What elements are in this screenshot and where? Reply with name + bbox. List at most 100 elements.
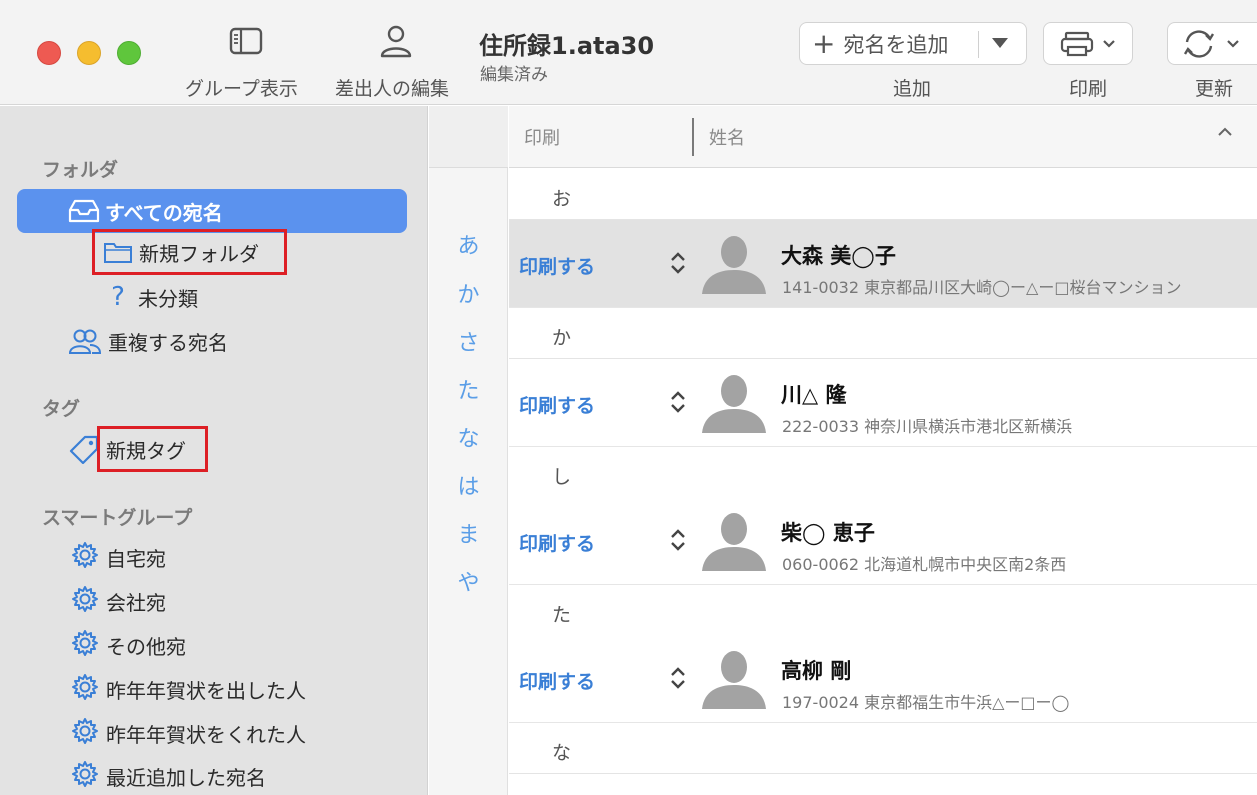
group-header: か (509, 309, 1257, 359)
contact-address: 060-0062 北海道札幌市中央区南2条西 (782, 555, 1067, 574)
group-header: た (509, 586, 1257, 636)
sidebar-item-label: その他宛 (106, 634, 186, 659)
gear-icon (70, 584, 100, 619)
print-status[interactable]: 印刷する (519, 391, 595, 418)
sidebar-item-smart-group[interactable]: 昨年年賀状をくれた人 (70, 713, 306, 753)
updown-stepper-icon[interactable] (669, 665, 687, 691)
index-item-ka[interactable]: か (429, 277, 508, 309)
index-item-ma[interactable]: ま (429, 517, 508, 549)
sidebar-item-uncategorized[interactable]: ? 未分類 (104, 277, 198, 317)
sidebar-item-smart-group[interactable]: 昨年年賀状を出した人 (70, 669, 306, 709)
print-status[interactable]: 印刷する (519, 252, 595, 279)
sender-edit-button[interactable] (378, 24, 414, 58)
group-view-button[interactable] (228, 27, 264, 55)
document-status: 編集済み (480, 65, 548, 85)
contact-name: 大森 美◯子 (781, 244, 896, 268)
column-header-print[interactable]: 印刷 (524, 124, 560, 150)
contact-name: 川△ 隆 (781, 383, 847, 407)
contact-address: 141-0032 東京都品川区大崎◯ー△ー□桜台マンション (782, 278, 1182, 297)
index-item-sa[interactable]: さ (429, 325, 508, 357)
sidebar-item-all-addresses[interactable]: すべての宛名 (17, 189, 407, 233)
column-divider[interactable] (692, 118, 694, 156)
table-row[interactable]: 印刷する 高柳 剛 197-0024 東京都福生市牛浜△ー□ー◯ (509, 635, 1257, 723)
index-header (429, 106, 508, 168)
print-button[interactable] (1043, 22, 1133, 65)
print-status[interactable]: 印刷する (519, 667, 595, 694)
toolbar: グループ表示 差出人の編集 住所録1.ata30 編集済み + 宛名を追加 追加… (0, 0, 1257, 105)
add-address-label: 宛名を追加 (843, 32, 949, 57)
group-header-label: お (552, 188, 572, 210)
group-header-label: な (552, 742, 572, 764)
folder-icon (104, 243, 132, 263)
person-silhouette-icon (702, 375, 766, 433)
gear-icon (70, 759, 100, 794)
person-silhouette-icon (702, 651, 766, 709)
sidebar-item-label: 昨年年賀状を出した人 (106, 678, 306, 703)
window-zoom-button[interactable] (117, 41, 141, 65)
index-item-ya[interactable]: や (429, 565, 508, 597)
index-item-a[interactable]: あ (429, 228, 508, 260)
sidebar-item-smart-group[interactable]: 会社宛 (70, 581, 166, 621)
table-row[interactable]: 印刷する 大森 美◯子 141-0032 東京都品川区大崎◯ー△ー□桜台マンショ… (509, 220, 1257, 308)
sidebar-item-label: 新規フォルダ (139, 241, 259, 266)
sidebar-item-label: 会社宛 (106, 590, 166, 615)
sidebar-item-new-tag[interactable]: 新規タグ (97, 426, 208, 472)
dropdown-arrow-icon[interactable] (992, 38, 1008, 48)
sidebar: フォルダ すべての宛名 新規フォルダ ? 未分類 重複する宛名 タグ 新規タグ … (0, 106, 428, 795)
updown-stepper-icon[interactable] (669, 527, 687, 553)
person-silhouette-icon (702, 513, 766, 571)
tag-section-title: タグ (42, 398, 81, 420)
updown-stepper-icon[interactable] (669, 250, 687, 276)
window-minimize-button[interactable] (77, 41, 101, 65)
gear-icon (70, 628, 100, 663)
chevron-down-icon (1227, 39, 1239, 48)
gear-icon (70, 672, 100, 707)
sidebar-item-new-folder[interactable]: 新規フォルダ (92, 229, 287, 275)
update-label: 更新 (1195, 78, 1234, 100)
index-item-ha[interactable]: は (429, 469, 508, 501)
updown-stepper-icon[interactable] (669, 389, 687, 415)
group-header: お (509, 170, 1257, 220)
sidebar-item-smart-group[interactable]: 最近追加した宛名 (70, 756, 266, 795)
index-item-na[interactable]: な (429, 421, 508, 453)
inbox-tray-icon (68, 199, 100, 223)
gear-icon (70, 716, 100, 751)
sidebar-item-label: 自宅宛 (106, 546, 166, 571)
folder-section-title: フォルダ (42, 159, 119, 181)
sidebar-item-smart-group[interactable]: その他宛 (70, 625, 186, 665)
sidebar-item-label: 最近追加した宛名 (106, 765, 266, 790)
sync-icon (1183, 29, 1215, 58)
add-address-button[interactable]: + 宛名を追加 (799, 22, 1027, 65)
contact-name: 高柳 剛 (781, 659, 852, 683)
chevron-down-icon (1103, 39, 1115, 48)
gear-icon (70, 540, 100, 575)
smart-group-section-title: スマートグループ (42, 507, 193, 529)
sidebar-icon (229, 27, 263, 55)
person-silhouette-icon (702, 236, 766, 294)
index-item-ta[interactable]: た (429, 373, 508, 405)
chevron-up-icon[interactable] (1216, 126, 1234, 138)
window-close-button[interactable] (37, 41, 61, 65)
sender-edit-label: 差出人の編集 (335, 78, 450, 100)
sidebar-item-label: 新規タグ (106, 438, 186, 463)
sidebar-item-label: 未分類 (138, 286, 198, 311)
table-row[interactable]: 印刷する 柴◯ 恵子 060-0062 北海道札幌市中央区南2条西 (509, 497, 1257, 585)
group-header: し (509, 448, 1257, 498)
two-people-icon (68, 329, 102, 354)
tag-icon (69, 435, 99, 464)
group-header-label: し (552, 466, 572, 488)
document-title: 住所録1.ata30 (479, 32, 655, 60)
group-header-label: た (552, 604, 572, 626)
plus-icon: + (812, 26, 836, 60)
sidebar-item-label: 重複する宛名 (108, 330, 228, 355)
table-row[interactable]: 印刷する 川△ 隆 222-0033 神奈川県横浜市港北区新横浜 (509, 359, 1257, 447)
contact-address: 197-0024 東京都福生市牛浜△ー□ー◯ (782, 693, 1070, 712)
sidebar-item-smart-group[interactable]: 自宅宛 (70, 537, 166, 577)
kana-index: あ か さ た な は ま や (429, 106, 508, 795)
update-button[interactable] (1167, 22, 1257, 65)
sidebar-item-duplicates[interactable]: 重複する宛名 (68, 321, 228, 361)
print-status[interactable]: 印刷する (519, 529, 595, 556)
group-view-label: グループ表示 (185, 78, 298, 100)
sidebar-item-label: 昨年年賀状をくれた人 (106, 722, 306, 747)
column-header-name[interactable]: 姓名 (709, 124, 745, 150)
